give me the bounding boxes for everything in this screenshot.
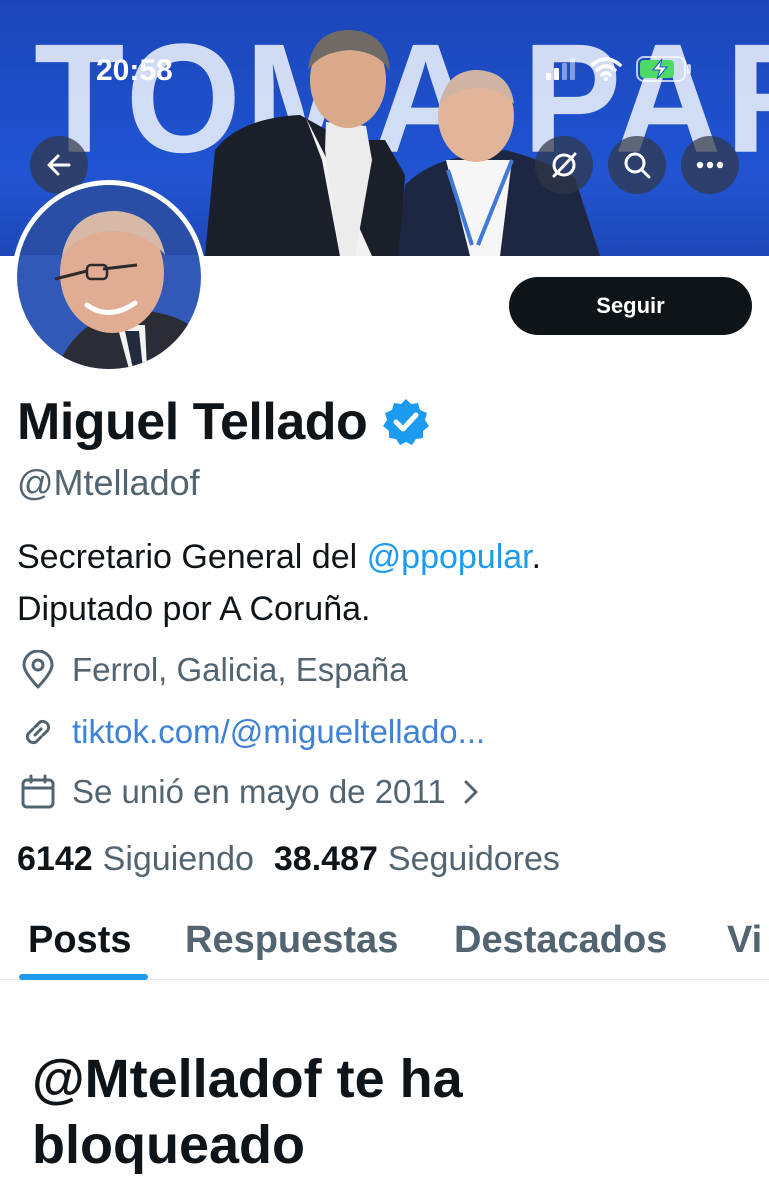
website-row: tiktok.com/@migueltellado... — [18, 712, 485, 752]
tab-respuestas[interactable]: Respuestas — [185, 919, 398, 962]
joined-text: Se unió en mayo de 2011 — [72, 773, 446, 810]
search-icon — [624, 152, 651, 179]
more-icon — [696, 161, 724, 169]
following-label: Siguiendo — [102, 840, 254, 878]
avatar[interactable] — [12, 180, 206, 374]
bio-line-2: Diputado por A Coruña. — [17, 590, 371, 628]
tab-destacados[interactable]: Destacados — [454, 919, 667, 962]
avatar-photo — [17, 185, 201, 369]
followers-label: Seguidores — [387, 840, 560, 878]
grok-icon — [552, 152, 577, 178]
website-link[interactable]: tiktok.com/@migueltellado... — [72, 713, 485, 751]
status-time: 20:58 — [96, 54, 173, 87]
status-icons — [546, 56, 692, 82]
wifi-icon — [590, 57, 622, 81]
profile-tabs: Posts Respuestas Destacados Vi — [0, 905, 769, 980]
followers-count: 38.487 — [273, 840, 378, 878]
location-pin-icon — [22, 650, 54, 689]
link-icon — [25, 719, 51, 745]
blocked-message: @Mtelladof te ha bloqueado — [32, 1049, 463, 1175]
follow-counts: 6142 Siguiendo 38.487 Seguidores — [17, 840, 560, 879]
chevron-right-icon — [464, 780, 478, 804]
verified-badge-icon[interactable] — [381, 397, 431, 447]
bio-punct: . — [531, 538, 542, 576]
profile-handle: @Mtelladof — [17, 462, 200, 503]
followers-link[interactable]: 38.487 Seguidores — [274, 840, 560, 879]
location-text: Ferrol, Galicia, España — [72, 651, 408, 688]
active-tab-indicator — [19, 974, 148, 980]
location-row: Ferrol, Galicia, España — [18, 650, 408, 690]
calendar-icon — [21, 774, 55, 809]
follow-button[interactable]: Seguir — [509, 277, 752, 335]
following-link[interactable]: 6142 Siguiendo — [17, 840, 254, 879]
back-arrow-icon — [47, 154, 71, 176]
more-button[interactable] — [681, 136, 739, 194]
tab-posts[interactable]: Posts — [28, 919, 131, 962]
joined-row[interactable]: Se unió en mayo de 2011 — [18, 772, 482, 812]
search-button[interactable] — [608, 136, 666, 194]
following-count: 6142 — [17, 840, 93, 878]
grok-button[interactable] — [535, 136, 593, 194]
profile-name: Miguel Tellado — [17, 393, 368, 451]
profile-bio: Secretario General del @ppopular. Diputa… — [17, 531, 541, 635]
profile-name-row: Miguel Tellado — [17, 392, 431, 452]
signal-icon — [546, 58, 575, 80]
tab-videos[interactable]: Vi — [727, 919, 762, 962]
battery-icon — [636, 56, 691, 82]
bio-text: Secretario General del — [17, 538, 367, 576]
bio-mention-link[interactable]: @ppopular — [367, 538, 532, 576]
